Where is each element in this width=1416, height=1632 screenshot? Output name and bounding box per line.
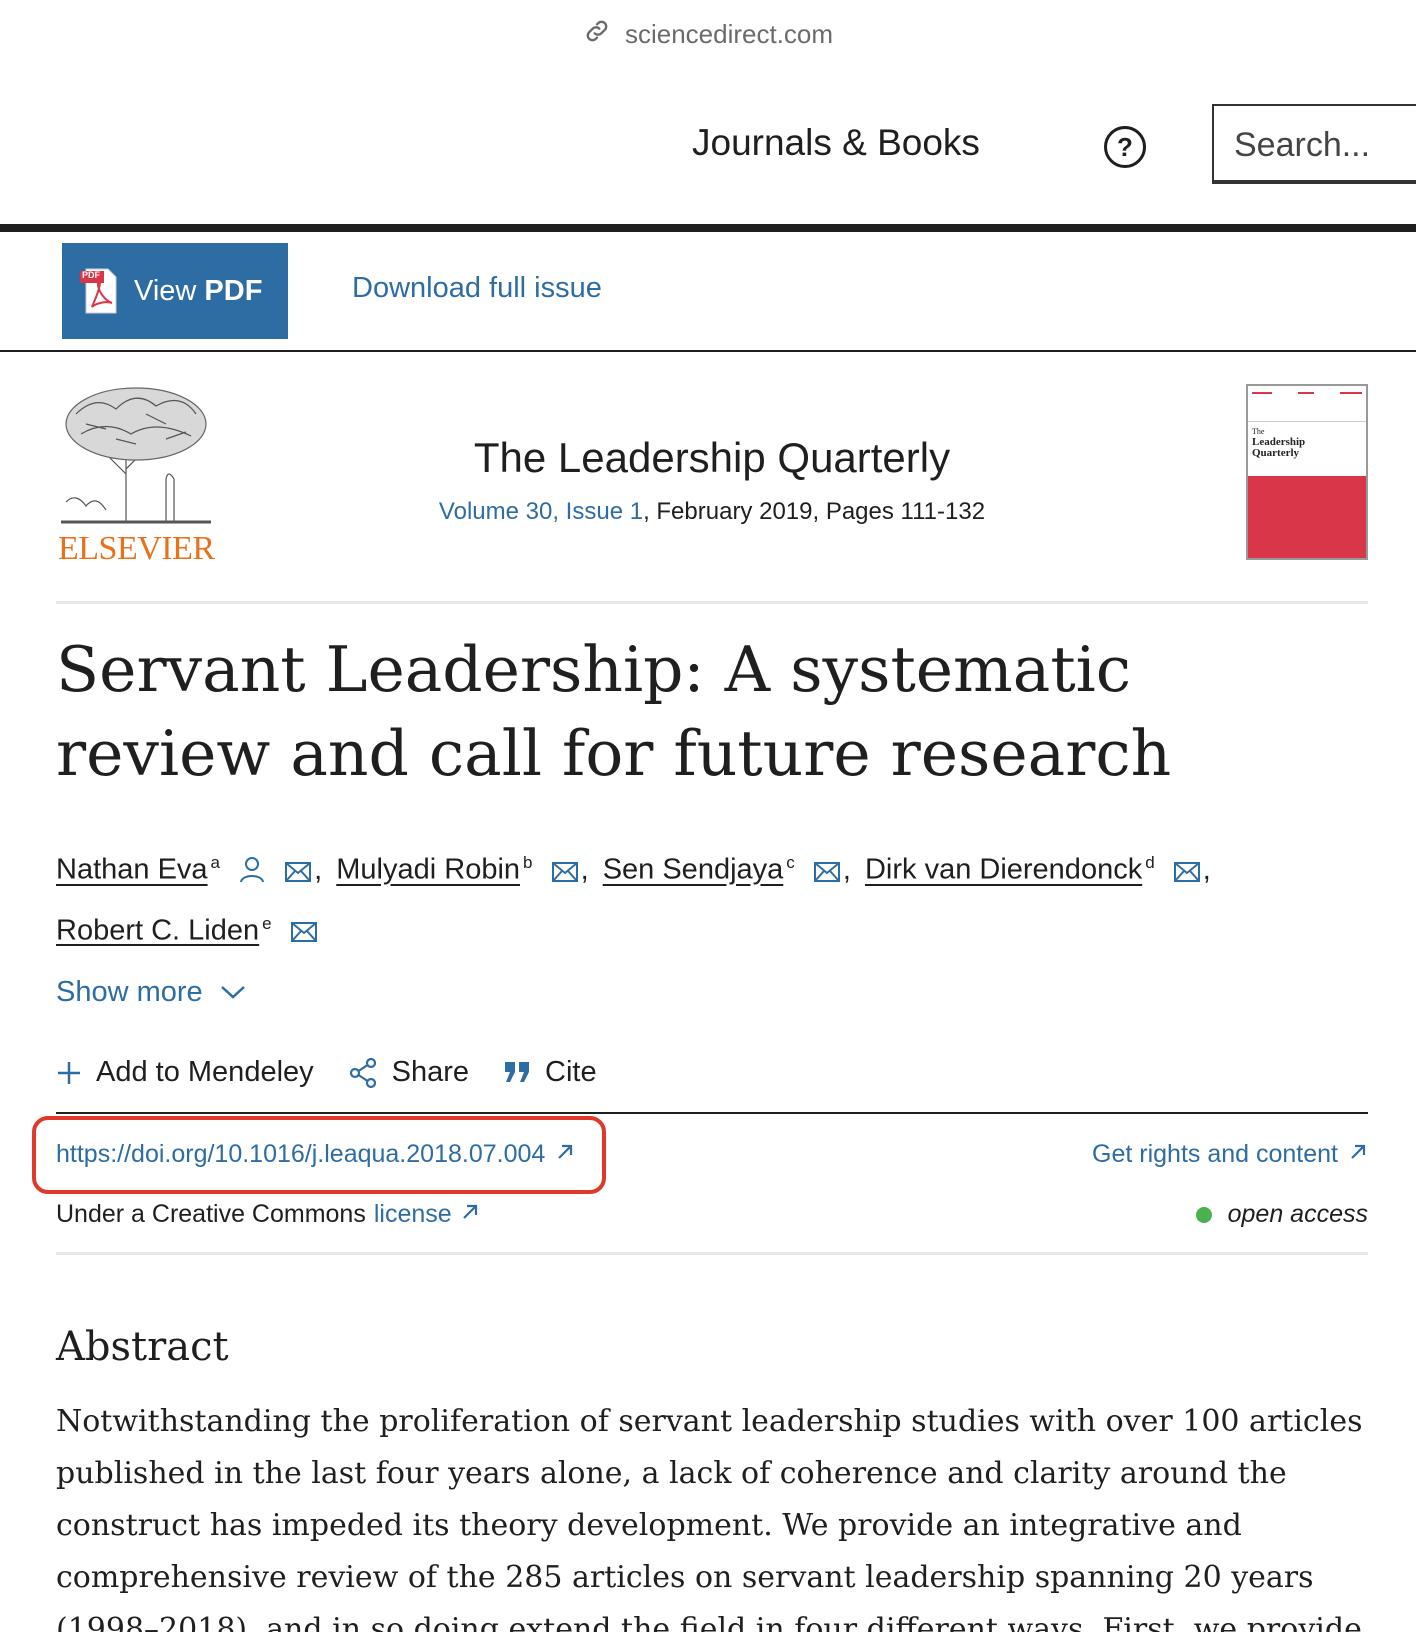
author-sen-sendjaya[interactable]: Sen Sendjaya c — [603, 838, 841, 899]
plus-icon — [56, 1056, 82, 1098]
author-name[interactable]: Dirk van Dierendonck — [865, 854, 1142, 886]
journal-header: ELSEVIER The Leadership Quarterly Volume… — [56, 384, 1368, 604]
pdf-icon: PDF — [80, 267, 120, 315]
top-nav: Journals & Books ? Search... — [0, 104, 1416, 186]
search-input[interactable]: Search... — [1212, 104, 1416, 184]
doi-text: https://doi.org/10.1016/j.leaqua.2018.07… — [56, 1140, 546, 1168]
mendeley-label: Add to Mendeley — [96, 1056, 314, 1088]
cite-button[interactable]: Cite — [503, 1056, 597, 1112]
help-icon[interactable]: ? — [1104, 126, 1146, 168]
show-more-button[interactable]: Show more — [56, 976, 247, 1009]
cc-prefix: Under a Creative Commons — [56, 1200, 366, 1228]
external-link-icon — [555, 1140, 575, 1169]
affiliation-sup: b — [523, 853, 533, 872]
pdf-badge-text: PDF — [82, 270, 100, 280]
show-more-label: Show more — [56, 976, 203, 1008]
affiliation-sup: a — [210, 853, 221, 872]
date-pages: , February 2019, Pages 111-132 — [643, 498, 986, 525]
abstract-text: Notwithstanding the proliferation of ser… — [56, 1404, 1363, 1632]
share-button[interactable]: Share — [348, 1056, 469, 1112]
journal-cover-image[interactable]: The Leadership Quarterly — [1246, 384, 1368, 560]
address-bar[interactable]: sciencedirect.com — [0, 14, 1416, 54]
license-link[interactable]: license — [374, 1200, 452, 1229]
link-icon — [583, 17, 611, 52]
affiliation-sup: d — [1145, 853, 1155, 872]
share-label: Share — [391, 1056, 470, 1088]
volume-issue-link[interactable]: Volume 30, Issue 1 — [439, 498, 643, 525]
author-name[interactable]: Sen Sendjaya — [603, 854, 784, 886]
article-actions: Add to Mendeley Share Cite — [56, 1056, 1368, 1114]
cite-label: Cite — [545, 1056, 597, 1088]
author-mulyadi-robin[interactable]: Mulyadi Robin b — [336, 838, 578, 899]
open-access-label: open access — [1227, 1200, 1368, 1228]
view-pdf-button[interactable]: PDF View PDF — [62, 243, 288, 339]
publisher-name: ELSEVIER — [58, 530, 215, 567]
affiliation-sup: e — [262, 913, 272, 933]
author-list: Nathan Eva a , Mulyadi Robin b , Sen Sendj… — [56, 838, 1356, 959]
cover-top — [1248, 386, 1366, 422]
email-icon[interactable] — [813, 849, 841, 899]
url-text: sciencedirect.com — [624, 18, 834, 49]
chevron-down-icon — [219, 976, 247, 1009]
author-nathan-eva[interactable]: Nathan Eva a — [56, 838, 312, 899]
view-label: View — [134, 274, 197, 307]
get-rights-link[interactable]: Get rights and content — [1092, 1140, 1368, 1169]
open-access-dot-icon — [1195, 1206, 1212, 1223]
abstract-heading: Abstract — [56, 1324, 229, 1370]
author-name[interactable]: Robert C. Liden — [56, 914, 259, 946]
article-toolbar: PDF View PDF Download full issue — [0, 232, 1416, 352]
section-divider — [56, 1252, 1368, 1255]
nav-divider — [0, 224, 1416, 232]
creative-commons-notice: Under a Creative Commons license — [56, 1200, 480, 1229]
quote-icon — [503, 1056, 531, 1098]
author-dirk-van-dierendonck[interactable]: Dirk van Dierendonck d — [865, 838, 1201, 899]
external-link-icon — [1348, 1140, 1368, 1169]
person-icon[interactable] — [238, 849, 266, 899]
cover-title: The Leadership Quarterly — [1248, 422, 1366, 474]
download-full-issue-link[interactable]: Download full issue — [352, 272, 602, 305]
share-icon — [348, 1056, 378, 1098]
author-robert-c-liden[interactable]: Robert C. Liden e — [56, 899, 318, 960]
doi-link[interactable]: https://doi.org/10.1016/j.leaqua.2018.07… — [56, 1140, 575, 1169]
affiliation-sup: c — [786, 853, 795, 872]
rights-label: Get rights and content — [1092, 1140, 1338, 1168]
journal-issue-info: Volume 30, Issue 1, February 2019, Pages… — [56, 498, 1368, 526]
author-name[interactable]: Mulyadi Robin — [336, 854, 520, 886]
journal-title[interactable]: The Leadership Quarterly — [56, 434, 1368, 482]
article-title: Servant Leadership: A systematic review … — [56, 633, 1172, 790]
pdf-label: PDF — [204, 274, 263, 307]
email-icon[interactable] — [551, 849, 579, 899]
email-icon[interactable] — [284, 849, 312, 899]
external-link-icon — [460, 1200, 480, 1229]
cover-title-line3: Quarterly — [1252, 447, 1300, 459]
journals-books-link[interactable]: Journals & Books — [692, 122, 980, 164]
email-icon[interactable] — [290, 909, 318, 959]
open-access-badge: open access — [1195, 1200, 1368, 1229]
email-icon[interactable] — [1173, 849, 1201, 899]
add-to-mendeley-button[interactable]: Add to Mendeley — [56, 1056, 314, 1112]
cover-red-panel — [1248, 476, 1366, 558]
author-name[interactable]: Nathan Eva — [56, 854, 208, 886]
